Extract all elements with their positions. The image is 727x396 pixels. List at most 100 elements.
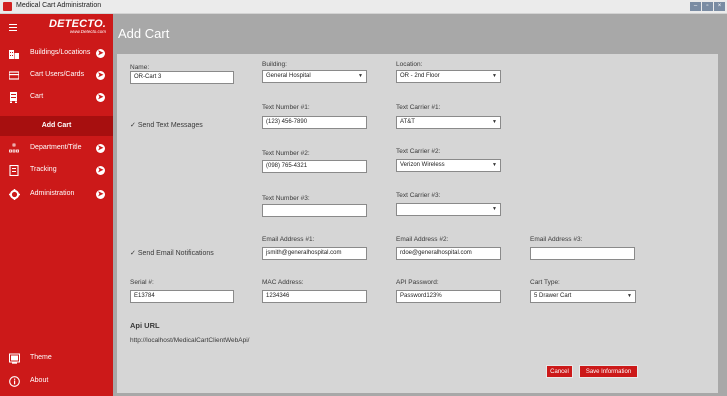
save-information-button[interactable]: Save Information bbox=[579, 365, 638, 378]
window-controls: – ▫ × bbox=[690, 2, 725, 11]
text-carrier-2-value: Verizon Wireless bbox=[400, 162, 445, 168]
sidebar-item-cart[interactable]: Cart ➤ bbox=[0, 88, 113, 108]
cart-icon bbox=[9, 92, 19, 103]
dropdown-caret-icon: ▼ bbox=[492, 73, 497, 79]
send-email-label: Send Email Notifications bbox=[137, 250, 214, 257]
text-carrier-1-label: Text Carrier #1: bbox=[396, 104, 441, 111]
minimize-button[interactable]: – bbox=[690, 2, 701, 11]
info-icon bbox=[9, 376, 20, 387]
window-title: Medical Cart Administration bbox=[16, 2, 102, 9]
app-icon bbox=[3, 2, 12, 11]
add-cart-form: Name: OR-Cart 3 Building: General Hospit… bbox=[117, 54, 718, 393]
email-2-label: Email Address #2: bbox=[396, 236, 449, 243]
sidebar-item-label: About bbox=[30, 377, 49, 384]
api-url-value: http://localhost/MedicalCartClientWebApi… bbox=[130, 337, 250, 344]
checkmark-icon: ✓ bbox=[130, 250, 136, 257]
building-icon bbox=[9, 48, 19, 59]
sidebar-item-label: Tracking bbox=[30, 166, 57, 173]
sidebar-item-label: Department/Title bbox=[30, 144, 82, 151]
text-number-2-input[interactable]: (098) 765-4321 bbox=[262, 160, 367, 173]
app-window: Medical Cart Administration – ▫ × DETECT… bbox=[0, 0, 727, 396]
sidebar-item-buildings[interactable]: Buildings/Locations ➤ bbox=[0, 44, 113, 64]
building-select-value: General Hospital bbox=[266, 73, 311, 79]
send-text-label: Send Text Messages bbox=[137, 122, 203, 129]
sidebar-item-label: Buildings/Locations bbox=[30, 49, 91, 56]
serial-label: Serial #: bbox=[130, 279, 154, 286]
mac-address-input[interactable]: 1234346 bbox=[262, 290, 367, 303]
chevron-right-icon[interactable]: ➤ bbox=[96, 144, 105, 153]
chevron-down-icon[interactable]: ➤ bbox=[96, 93, 105, 102]
chevron-right-icon[interactable]: ➤ bbox=[96, 166, 105, 175]
sidebar-item-label: Cart bbox=[30, 93, 44, 100]
sidebar-item-label: Add Cart bbox=[41, 122, 72, 129]
sidebar-item-cart-users[interactable]: Cart Users/Cards ➤ bbox=[0, 66, 113, 86]
email-1-input[interactable]: jsmith@generalhospital.com bbox=[262, 247, 367, 260]
sidebar-item-department[interactable]: Department/Title ➤ bbox=[0, 139, 113, 159]
text-carrier-3-select[interactable]: ▼ bbox=[396, 203, 501, 216]
text-number-1-label: Text Number #1: bbox=[262, 104, 310, 111]
dropdown-caret-icon: ▼ bbox=[492, 162, 497, 168]
api-password-label: API Password: bbox=[396, 279, 439, 286]
hamburger-menu-icon[interactable] bbox=[9, 24, 17, 32]
text-number-1-input[interactable]: (123) 456-7890 bbox=[262, 116, 367, 129]
email-3-label: Email Address #3: bbox=[530, 236, 583, 243]
email-1-label: Email Address #1: bbox=[262, 236, 315, 243]
dropdown-caret-icon: ▼ bbox=[627, 293, 632, 299]
chevron-right-icon[interactable]: ➤ bbox=[96, 71, 105, 80]
page-title: Add Cart bbox=[118, 26, 170, 41]
sidebar-header: DETECTO. www.Detecto.com bbox=[0, 14, 113, 44]
text-carrier-1-value: AT&T bbox=[400, 119, 415, 125]
cart-type-label: Cart Type: bbox=[530, 279, 560, 286]
sidebar-item-administration[interactable]: Administration ➤ bbox=[0, 185, 113, 205]
theme-icon bbox=[9, 353, 20, 364]
serial-input[interactable]: E13784 bbox=[130, 290, 234, 303]
text-carrier-3-label: Text Carrier #3: bbox=[396, 192, 441, 199]
building-label: Building: bbox=[262, 61, 287, 68]
close-button[interactable]: × bbox=[714, 2, 725, 11]
text-number-3-input[interactable] bbox=[262, 204, 367, 217]
text-number-3-label: Text Number #3: bbox=[262, 195, 310, 202]
maximize-button[interactable]: ▫ bbox=[702, 2, 713, 11]
location-select-value: OR - 2nd Floor bbox=[400, 73, 440, 79]
cart-type-value: 5 Drawer Cart bbox=[534, 293, 572, 299]
dropdown-caret-icon: ▼ bbox=[492, 119, 497, 125]
sidebar-item-label: Theme bbox=[30, 354, 52, 361]
location-label: Location: bbox=[396, 61, 423, 68]
sidebar-item-about[interactable]: About bbox=[0, 372, 113, 392]
sidebar-item-label: Cart Users/Cards bbox=[30, 71, 85, 78]
main-content: Add Cart Name: OR-Cart 3 Building: Gener… bbox=[113, 14, 727, 396]
sidebar: DETECTO. www.Detecto.com Buildings/Locat… bbox=[0, 14, 113, 396]
cancel-button[interactable]: Cancel bbox=[546, 365, 573, 378]
gear-icon bbox=[9, 189, 20, 200]
text-carrier-1-select[interactable]: AT&T ▼ bbox=[396, 116, 501, 129]
department-icon bbox=[9, 143, 19, 154]
sidebar-item-label: Administration bbox=[30, 190, 75, 197]
detecto-logo: DETECTO. www.Detecto.com bbox=[49, 18, 106, 34]
dropdown-caret-icon: ▼ bbox=[358, 73, 363, 79]
chevron-right-icon[interactable]: ➤ bbox=[96, 49, 105, 58]
name-input[interactable]: OR-Cart 3 bbox=[130, 71, 234, 84]
mac-address-label: MAC Address: bbox=[262, 279, 304, 286]
cart-type-select[interactable]: 5 Drawer Cart ▼ bbox=[530, 290, 636, 303]
send-text-checkbox[interactable]: ✓ Send Text Messages bbox=[130, 121, 203, 129]
building-select[interactable]: General Hospital ▼ bbox=[262, 70, 367, 83]
sidebar-item-add-cart[interactable]: Add Cart bbox=[0, 116, 113, 136]
title-bar: Medical Cart Administration – ▫ × bbox=[0, 0, 727, 14]
email-3-input[interactable] bbox=[530, 247, 635, 260]
api-password-input[interactable]: Password123% bbox=[396, 290, 501, 303]
email-2-input[interactable]: rdoe@generalhospital.com bbox=[396, 247, 501, 260]
sidebar-item-theme[interactable]: Theme bbox=[0, 349, 113, 369]
sidebar-item-tracking[interactable]: Tracking ➤ bbox=[0, 161, 113, 181]
dropdown-caret-icon: ▼ bbox=[492, 206, 497, 212]
location-select[interactable]: OR - 2nd Floor ▼ bbox=[396, 70, 501, 83]
tracking-icon bbox=[9, 164, 19, 177]
api-url-heading: Api URL bbox=[130, 321, 160, 330]
send-email-checkbox[interactable]: ✓ Send Email Notifications bbox=[130, 249, 214, 257]
chevron-right-icon[interactable]: ➤ bbox=[96, 190, 105, 199]
checkmark-icon: ✓ bbox=[130, 122, 136, 129]
name-label: Name: bbox=[130, 64, 150, 71]
text-number-2-label: Text Number #2: bbox=[262, 150, 310, 157]
text-carrier-2-label: Text Carrier #2: bbox=[396, 148, 441, 155]
text-carrier-2-select[interactable]: Verizon Wireless ▼ bbox=[396, 159, 501, 172]
card-icon bbox=[8, 70, 20, 81]
